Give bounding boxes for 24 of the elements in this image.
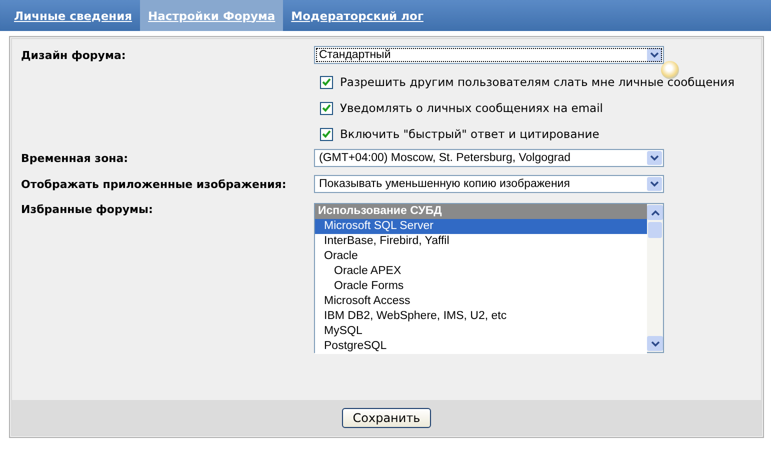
design-select[interactable]: Стандартный [314,46,664,64]
list-item[interactable]: PostgreSQL [315,339,647,354]
tab[interactable]: Модераторский лог [283,0,432,31]
list-item[interactable]: Microsoft SQL Server [315,219,647,234]
orb-icon [661,61,679,79]
field-label: Дизайн форума: [21,48,127,62]
checkbox[interactable] [320,76,333,88]
checkbox[interactable] [320,128,333,140]
save-button[interactable]: Сохранить [342,408,432,428]
tab[interactable]: Личные сведения [6,0,140,31]
field-label: Временная зона: [21,152,130,164]
list-group-header: Использование СУБД [315,204,647,219]
checkbox[interactable] [320,102,333,114]
scroll-up-icon [647,205,663,220]
scroll-thumb[interactable] [648,222,662,238]
checkbox-label: Уведомлять о личных сообщениях на email [340,101,603,115]
field-label: Отображать приложенные изображения: [21,178,288,190]
checkbox-label: Включить "быстрый" ответ и цитирование [340,127,600,141]
scroll-down-icon [647,336,663,351]
scrollbar[interactable] [647,204,663,352]
checkbox-label: Разрешить другим пользователям слать мне личные сообщения [340,75,735,89]
field-label: Избранные форумы: [21,203,154,216]
timezone-select[interactable]: (GMT+04:00) Moscow, St. Petersburg, Volgograd [314,149,664,167]
images-select[interactable]: Показывать уменьшенную копию изображения [314,175,664,193]
